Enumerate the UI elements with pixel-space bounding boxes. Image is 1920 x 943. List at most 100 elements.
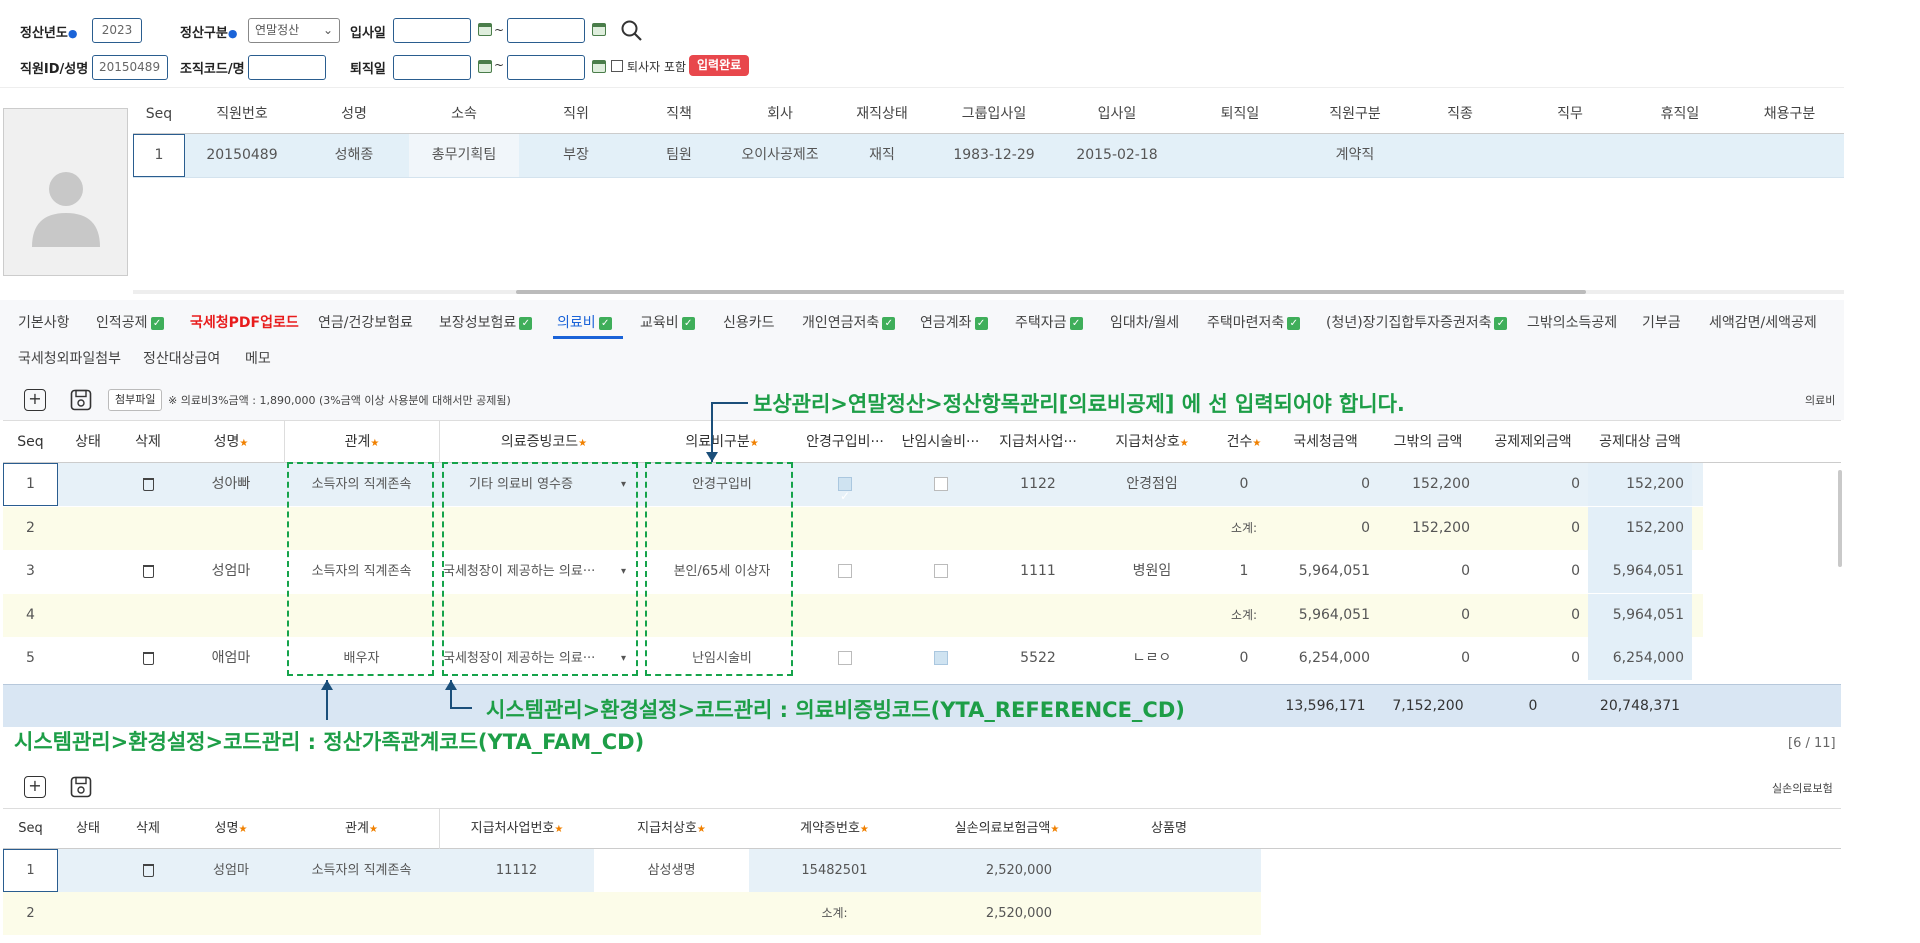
required-star-icon: ★ [239,438,249,449]
tab-tax-credit[interactable]: 세액감면/세액공제 [1709,312,1817,332]
ivf-checkbox[interactable] [894,463,987,506]
add-icon[interactable]: + [24,389,46,411]
row-target-amount: 5,964,051 [1588,593,1692,637]
required-star-icon: ★ [696,824,706,835]
header-label: 성명 [213,434,240,450]
header-label: 공제대상 금액 [1599,434,1681,450]
subtotal-row[interactable]: 2 소계: 2,520,000 [3,892,1261,935]
ivf-checkbox[interactable] [894,637,987,680]
row-biz-no: 1111 [1020,563,1056,579]
row-name: 성엄마 [213,863,249,878]
glasses-checkbox[interactable] [796,637,894,680]
tab-target-salary[interactable]: 정산대상급여 [143,348,220,368]
tab-external-file[interactable]: 국세청외파일첨부 [18,348,121,368]
retire-date-to-input[interactable] [507,55,585,80]
header-label: 그밖의 금액 [1393,434,1463,450]
include-retired-checkbox[interactable] [611,60,623,72]
tab-medical[interactable]: 의료비 ✓ [557,312,612,332]
hire-date-to-input[interactable] [507,18,585,43]
col-name: 성명 [341,106,367,122]
row-seq: 5 [26,650,35,666]
required-star-icon: ★ [368,824,378,835]
calendar-icon[interactable] [478,23,492,36]
required-star-icon: ★ [1252,438,1262,449]
delete-button[interactable] [118,463,178,506]
horizontal-scrollbar[interactable] [133,290,1844,294]
save-icon[interactable] [70,776,92,798]
row-excluded-amount: 0 [1571,563,1580,579]
col-other-amount: 그밖의 금액 [1378,421,1478,463]
emp-row-title: 팀원 [666,147,692,163]
emp-row[interactable]: 1 20150489 성해종 총무기획팀 부장 팀원 오이사공제조 재직 198… [133,134,1844,178]
tab-credit-card[interactable]: 신용카드 [723,312,775,332]
emp-input[interactable]: 20150489 [92,55,168,80]
tab-youth-investment[interactable]: (청년)장기집합투자증권저축 ✓ [1326,312,1508,332]
glasses-checkbox[interactable] [796,550,894,593]
hire-date-from-input[interactable] [393,18,471,43]
calendar-icon[interactable] [478,60,492,73]
chevron-down-icon: ⌄ [322,23,333,37]
col-duty: 직무 [1557,106,1583,122]
row-nts-amount: 0 [1361,519,1370,536]
total-other: 7,152,200 [1392,698,1464,714]
tab-personal-pension[interactable]: 개인연금저축 ✓ [802,312,896,332]
col-status: 상태 [58,421,118,463]
table-row[interactable]: 1성아빠소득자의 직계존속기타 의료비 영수증▾안경구입비1122안경점임001… [3,463,1703,506]
check-icon: ✓ [681,316,695,330]
retire-date-from-input[interactable] [393,55,471,80]
tab-education[interactable]: 교육비 ✓ [640,312,695,332]
glasses-checkbox[interactable] [796,463,894,506]
row-other-amount: 152,200 [1412,519,1470,536]
check-icon: ✓ [1494,316,1508,330]
tab-nts-pdf[interactable]: 국세청PDF업로드 [190,312,299,332]
header-label: 건수 [1226,434,1253,450]
scrollbar-thumb[interactable] [516,290,1586,294]
total-target: 20,748,371 [1599,698,1681,714]
subtotal-label: 소계: [821,906,848,920]
delete-button[interactable] [118,637,178,680]
row-seq: 1 [3,463,58,506]
person-icon [32,172,100,247]
tab-housing-fund[interactable]: 주택자금 ✓ [1015,312,1083,332]
table-row[interactable]: 3 성엄마 소득자의 직계존속 국세청장이 제공하는 의료··· ▾ 본인/65세 이상자… [3,550,1703,593]
tab-donation[interactable]: 기부금 [1642,312,1681,332]
annotation-top: 보상관리>연말정산>정산항목관리[의료비공제] 에 선 입력되어야 합니다. [753,392,1405,416]
col-target-amount: 공제대상 금액 [1588,421,1692,463]
tab-rent[interactable]: 임대차/월세 [1110,312,1179,332]
search-icon[interactable] [620,19,644,43]
subtotal-row[interactable]: 4 소계: 5,964,051 0 0 5,964,051 [3,593,1703,637]
save-icon[interactable] [70,389,92,411]
org-input[interactable] [248,55,326,80]
tab-other-income[interactable]: 그밖의소득공제 [1527,312,1617,332]
tab-personal-deduction[interactable]: 인적공제 ✓ [96,312,164,332]
header-label: 지급처사업··· [999,434,1077,450]
tab-pension-account[interactable]: 연금계좌 ✓ [920,312,988,332]
col-product-name: 상품명 [1094,809,1244,849]
tab-insurance[interactable]: 보장성보험료 ✓ [439,312,533,332]
subtotal-row[interactable]: 2 소계: 0 152,200 0 152,200 [3,506,1703,550]
table-row[interactable]: 1 성엄마 소득자의 직계존속 11112 삼성생명 15482501 2,520,000 [3,849,1261,892]
tab-pension-health[interactable]: 연금/건강보험료 [318,312,413,332]
tab-memo[interactable]: 메모 [245,348,271,368]
vertical-scrollbar[interactable] [1838,470,1842,567]
ivf-checkbox[interactable] [894,550,987,593]
row-excluded-amount: 0 [1571,519,1580,536]
tab-housing-savings[interactable]: 주택마련저축 ✓ [1207,312,1301,332]
type-select[interactable]: 연말정산 ⌄ [248,18,340,43]
annotation-box-kind [645,462,793,676]
header-label: 성명 [214,821,239,836]
col-emp-no: 직원번호 [216,106,268,122]
table-row[interactable]: 5애엄마배우자국세청장이 제공하는 의료···▾난임시술비5522ㄴㄹㅇ06,2… [3,637,1703,680]
calendar-icon[interactable] [592,23,606,36]
tab-basic[interactable]: 기본사항 [18,312,70,332]
calendar-icon[interactable] [592,60,606,73]
check-icon: ✓ [150,316,164,330]
attach-file-button[interactable]: 첨부파일 [108,389,163,411]
emp-row-status: 재직 [869,147,895,163]
delete-button[interactable] [118,550,178,593]
year-input[interactable]: 2023 [92,18,142,43]
add-icon[interactable]: + [24,776,46,798]
delete-button[interactable] [118,849,178,892]
insurance-grid-header: Seq 상태 삭제 성명★ 관계★ 지급처사업번호★ 지급처상호★ 계약증번호★ 실손의료보험금… [3,809,1841,850]
emp-row-hire: 2015-02-18 [1076,147,1158,163]
